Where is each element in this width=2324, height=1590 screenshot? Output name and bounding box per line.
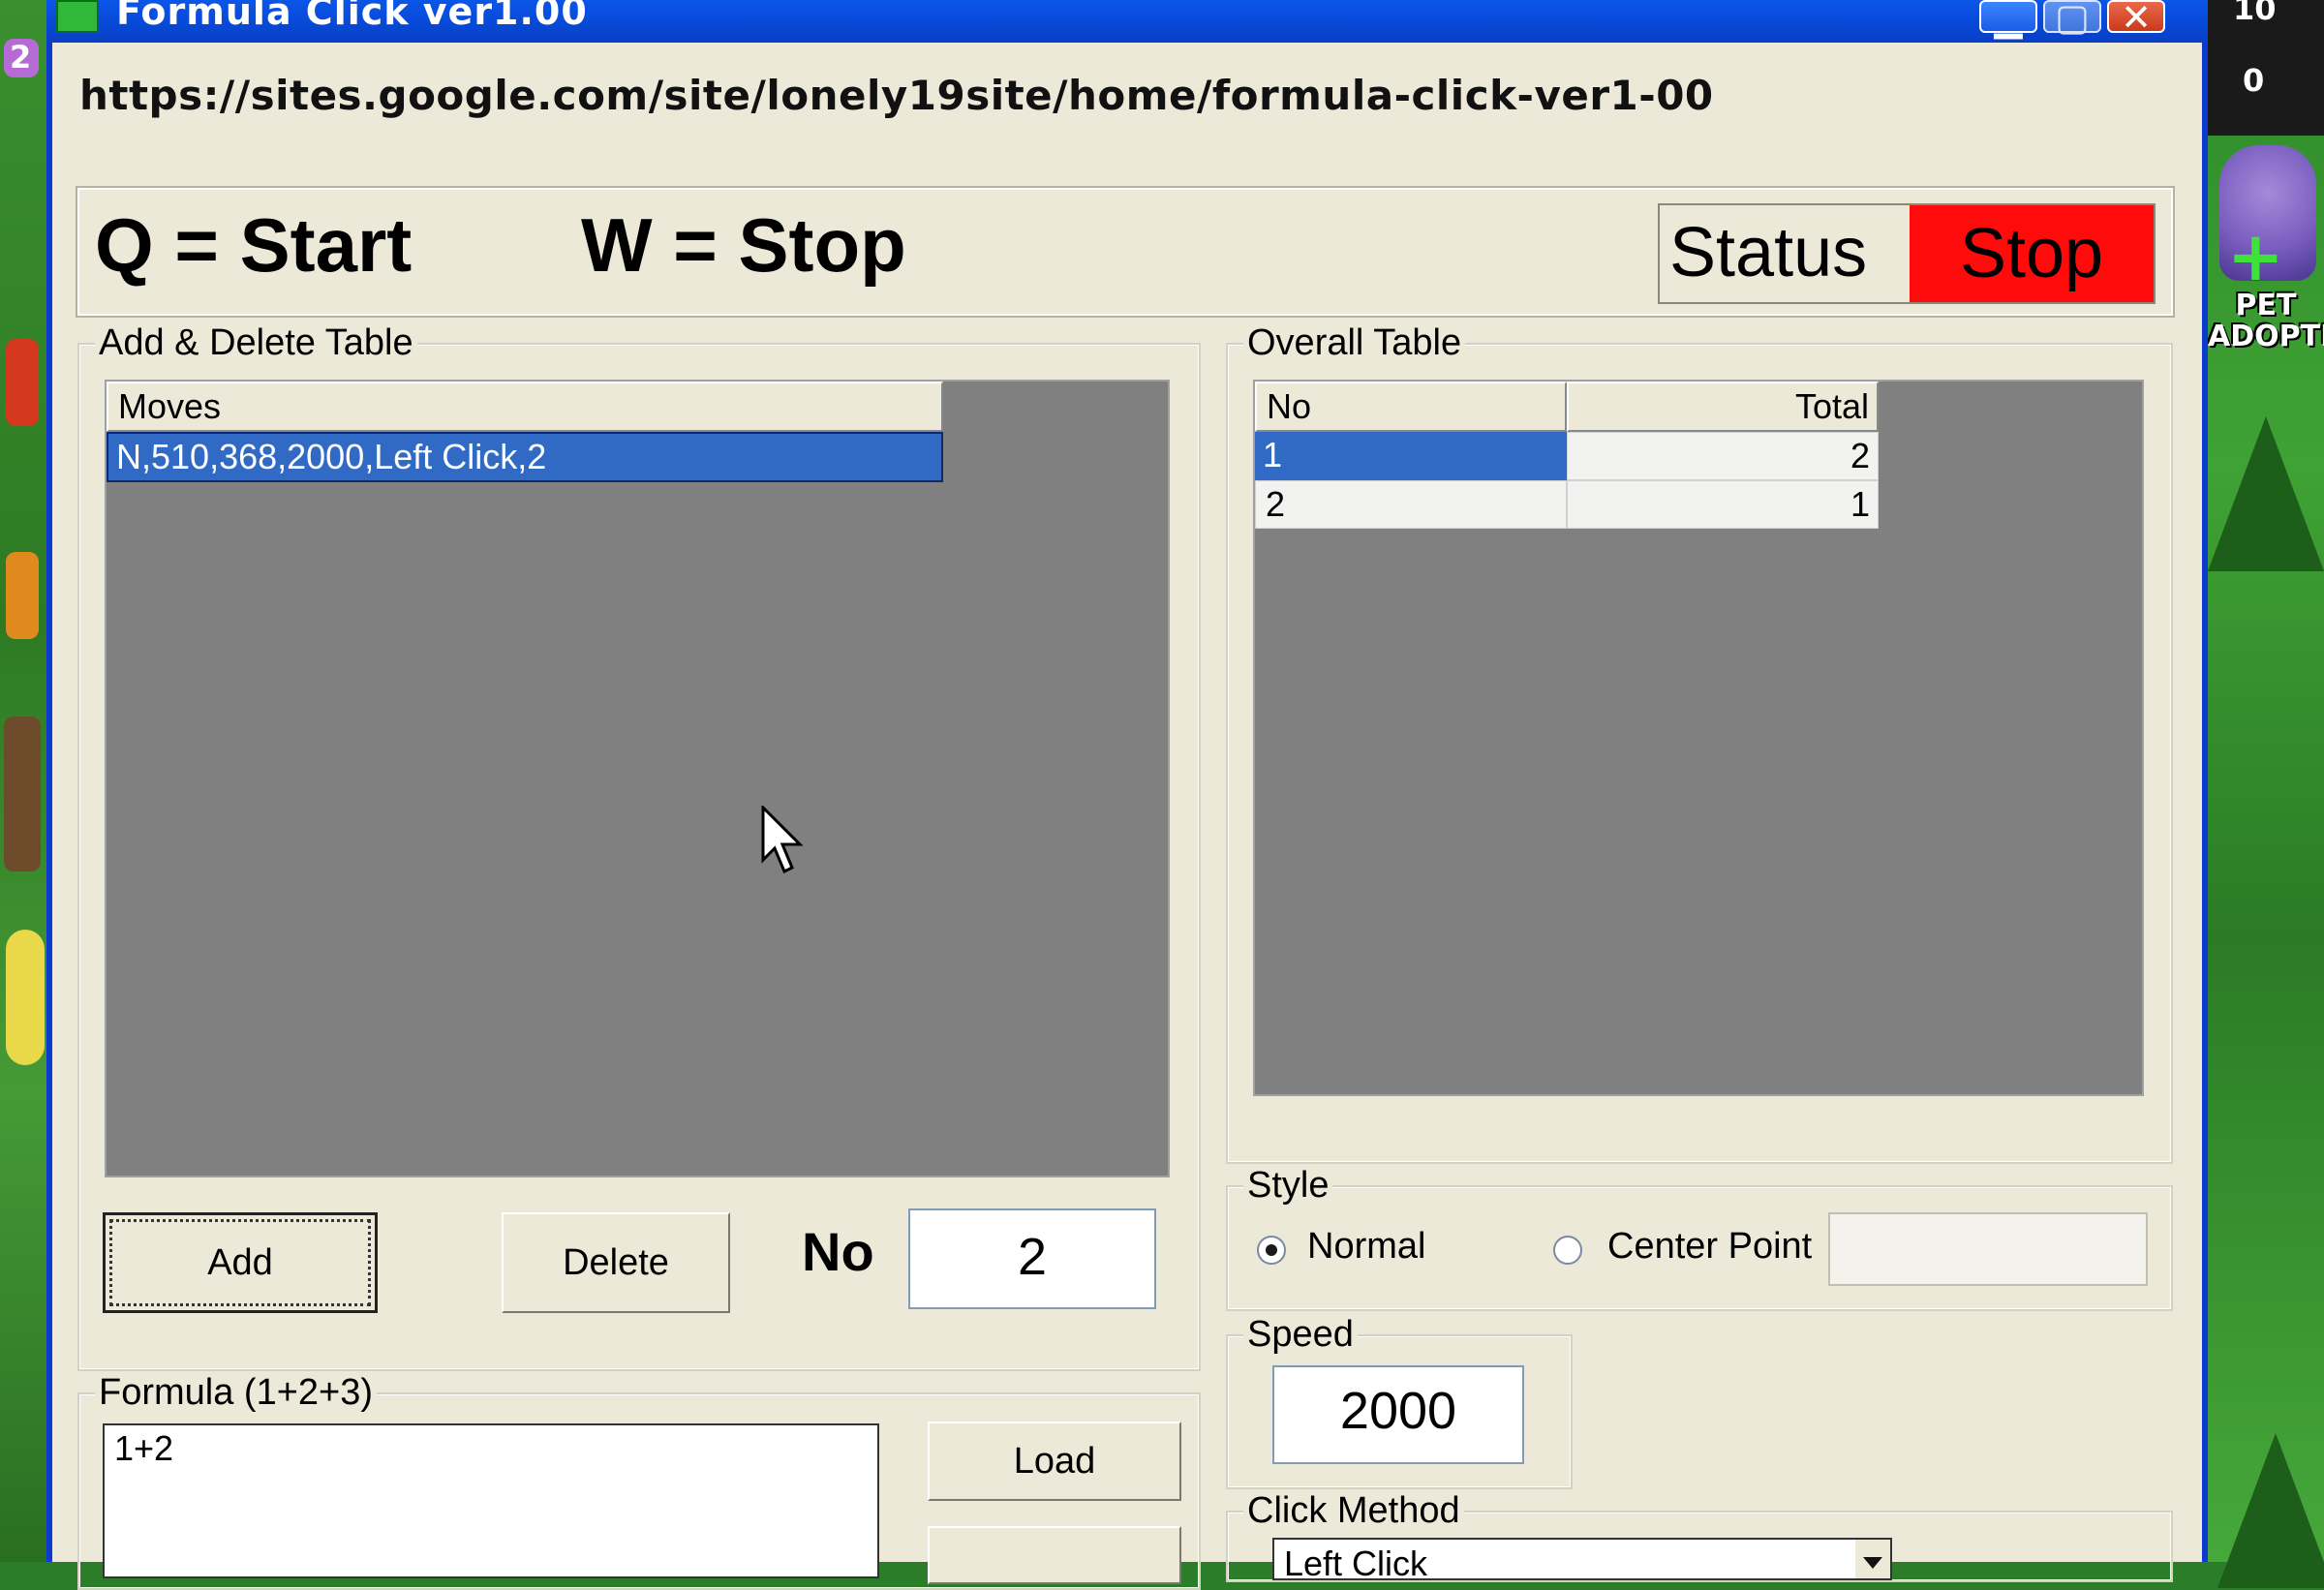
start-hotkey-label: Q = Start — [95, 202, 413, 288]
overall-group: Overall Table No Total 1 2 2 1 — [1226, 323, 2173, 1164]
hotkey-panel: Q = Start W = Stop Status Stop — [76, 186, 2175, 318]
mouse-cursor-icon — [761, 806, 804, 874]
stop-hotkey-label: W = Stop — [581, 202, 906, 288]
no-column-header[interactable]: No — [1255, 382, 1567, 432]
add-delete-group: Add & Delete Table Moves N,510,368,2000,… — [77, 323, 1201, 1371]
moves-list[interactable]: Moves N,510,368,2000,Left Click,2 — [105, 380, 1170, 1177]
maximize-button[interactable]: ▢ — [2043, 0, 2101, 39]
add-button[interactable]: Add — [103, 1212, 378, 1313]
plus-icon: + — [2227, 217, 2284, 296]
no-input[interactable]: 2 — [908, 1208, 1156, 1309]
save-button[interactable] — [928, 1526, 1181, 1584]
close-icon: ✕ — [2121, 0, 2152, 39]
game-background-right: 10 0 + PET ADOPTION — [2208, 0, 2324, 1588]
moves-column-header[interactable]: Moves — [107, 382, 943, 432]
delete-button[interactable]: Delete — [502, 1212, 730, 1313]
overall-row-no[interactable]: 1 — [1255, 432, 1567, 480]
add-delete-group-title: Add & Delete Table — [95, 323, 417, 362]
formula-input[interactable]: 1+2 — [103, 1423, 879, 1578]
maximize-icon: ▢ — [2055, 0, 2090, 39]
no-label: No — [802, 1221, 874, 1282]
minimize-icon: ▁ — [1994, 0, 2023, 39]
game-house-icon — [6, 339, 39, 426]
overall-list[interactable]: No Total 1 2 2 1 — [1253, 380, 2144, 1096]
pet-adoption-label[interactable]: PET ADOPTION — [2208, 290, 2324, 352]
minimize-button[interactable]: ▁ — [1979, 0, 2037, 39]
center-point-radio-label[interactable]: Center Point — [1607, 1226, 1812, 1268]
click-method-group: Click Method Left Click — [1226, 1491, 2173, 1582]
normal-radio-label[interactable]: Normal — [1307, 1226, 1425, 1268]
total-column-header[interactable]: Total — [1567, 382, 1879, 432]
close-button[interactable]: ✕ — [2107, 0, 2165, 39]
overall-row-total[interactable]: 1 — [1567, 480, 1879, 529]
style-group: Style Normal Center Point — [1226, 1166, 2173, 1311]
hud-second-value: 0 — [2243, 62, 2265, 99]
status-indicator: Status Stop — [1658, 203, 2156, 304]
overall-row-no[interactable]: 2 — [1255, 480, 1567, 529]
game-item-icon — [6, 552, 39, 639]
hud-top-value: 10 — [2233, 0, 2277, 27]
formula-group-title: Formula (1+2+3) — [95, 1373, 378, 1412]
title-bar[interactable]: Formula Click ver1.00 ▁ ▢ ✕ — [46, 0, 2208, 43]
game-coin-icon — [6, 930, 45, 1065]
status-value: Stop — [1910, 205, 2154, 302]
app-icon — [56, 0, 99, 33]
game-badge-count: 2 — [10, 39, 32, 76]
game-character-icon — [4, 717, 41, 871]
style-group-title: Style — [1243, 1166, 1333, 1205]
speed-group: Speed 2000 — [1226, 1315, 1573, 1489]
speed-group-title: Speed — [1243, 1315, 1358, 1354]
status-label: Status — [1669, 214, 1868, 291]
radio-selected-dot — [1266, 1244, 1277, 1256]
moves-row[interactable]: N,510,368,2000,Left Click,2 — [107, 432, 943, 482]
center-point-input[interactable] — [1828, 1212, 2148, 1286]
speed-input[interactable]: 2000 — [1272, 1365, 1524, 1464]
normal-radio[interactable] — [1257, 1236, 1286, 1265]
window-title: Formula Click ver1.00 — [116, 0, 588, 33]
click-method-select[interactable]: Left Click — [1272, 1538, 1892, 1580]
app-window: Formula Click ver1.00 ▁ ▢ ✕ https://site… — [46, 0, 2208, 1590]
homepage-url: https://sites.google.com/site/lonely19si… — [79, 72, 1714, 119]
tree-icon — [2208, 416, 2324, 571]
formula-group: Formula (1+2+3) 1+2 Load — [77, 1373, 1201, 1590]
overall-row-total[interactable]: 2 — [1567, 432, 1879, 480]
tree-icon — [2217, 1433, 2324, 1588]
click-method-group-title: Click Method — [1243, 1491, 1464, 1530]
load-button[interactable]: Load — [928, 1422, 1181, 1501]
center-point-radio[interactable] — [1553, 1236, 1582, 1265]
window-client-area: https://sites.google.com/site/lonely19si… — [52, 43, 2202, 1590]
chevron-down-icon[interactable] — [1855, 1540, 1890, 1578]
game-background-left: 2 — [0, 0, 46, 1562]
overall-group-title: Overall Table — [1243, 323, 1466, 362]
